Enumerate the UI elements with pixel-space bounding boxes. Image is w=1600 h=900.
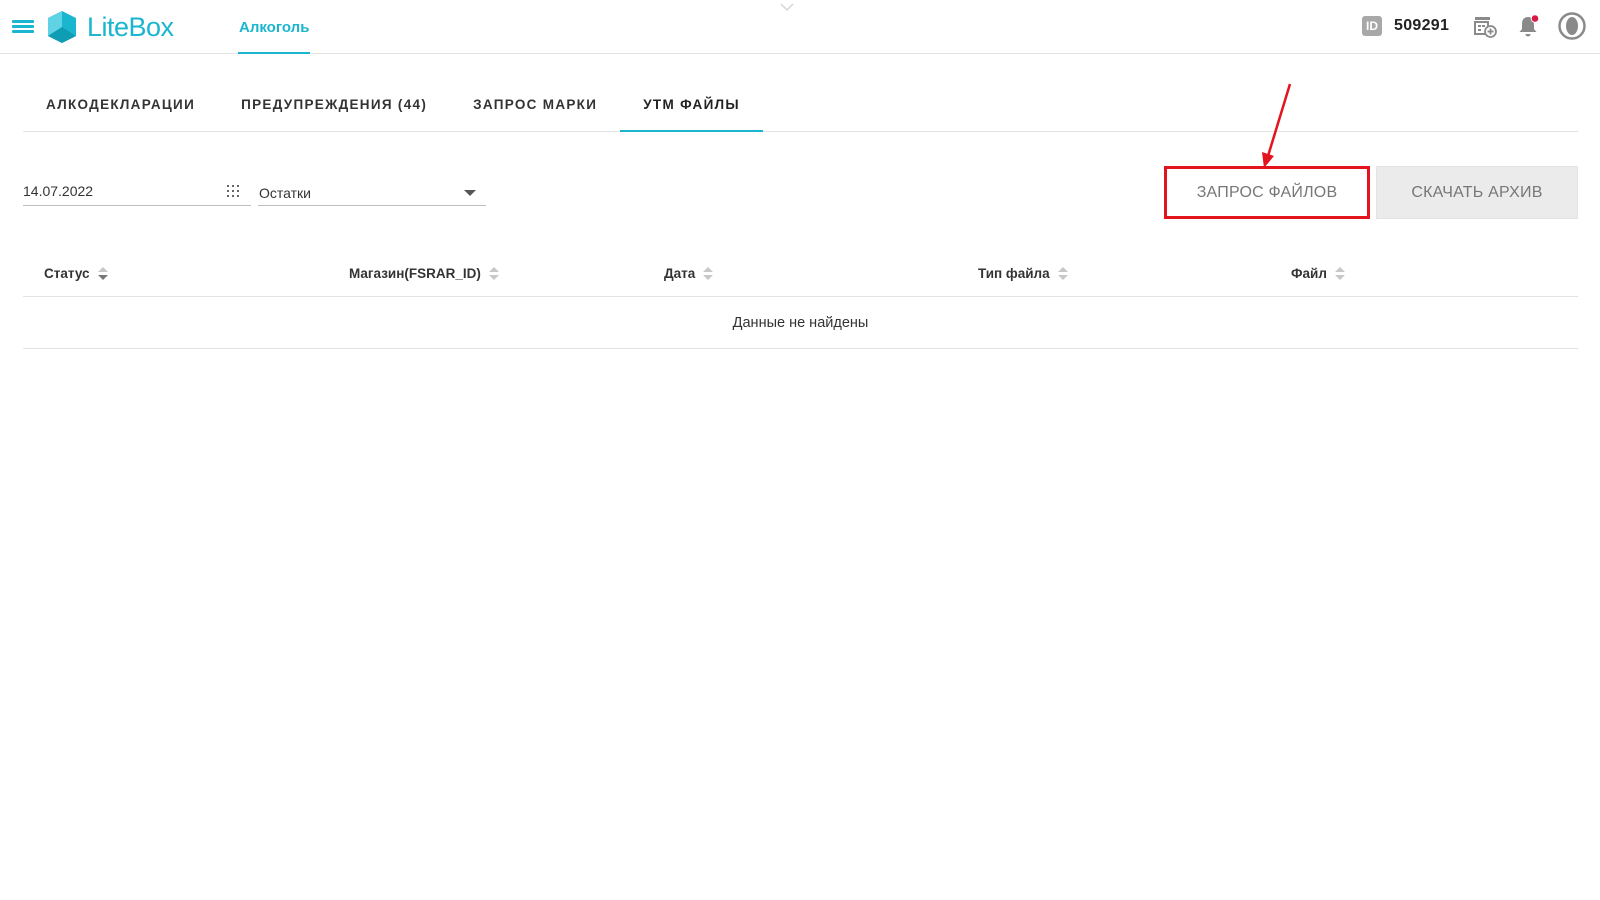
empty-table-message: Данные не найдены (23, 297, 1578, 349)
logo[interactable]: LiteBox (45, 9, 174, 45)
nav-item-alcohol[interactable]: Алкоголь (238, 0, 311, 54)
account-id-number: 509291 (1394, 17, 1450, 34)
id-icon: ID (1362, 16, 1382, 36)
tab-utm-files[interactable]: УТМ ФАЙЛЫ (620, 88, 763, 132)
sort-icon[interactable] (97, 266, 108, 281)
download-archive-button[interactable]: СКАЧАТЬ АРХИВ (1376, 166, 1578, 219)
account-id: ID 509291 (1362, 16, 1449, 36)
logo-text: LiteBox (87, 11, 174, 42)
dropdown-caret-icon (464, 190, 476, 196)
top-bar: LiteBox Алкоголь ID 509291 (0, 0, 1600, 54)
sort-icon[interactable] (1334, 266, 1345, 281)
column-header-store[interactable]: Магазин(FSRAR_ID) (349, 266, 499, 281)
column-header-file[interactable]: Файл (1291, 266, 1345, 281)
top-nav: Алкоголь (238, 0, 311, 54)
tab-alcodeclarations[interactable]: АЛКОДЕКЛАРАЦИИ (23, 88, 218, 132)
tab-warnings[interactable]: ПРЕДУПРЕЖДЕНИЯ (44) (218, 88, 450, 132)
date-value: 14.07.2022 (23, 183, 94, 199)
sort-icon[interactable] (488, 266, 499, 281)
cash-register-add-icon[interactable] (1473, 14, 1497, 38)
annotation-arrow (1262, 83, 1292, 168)
column-header-file-type[interactable]: Тип файла (978, 266, 1068, 281)
request-files-button[interactable]: ЗАПРОС ФАЙЛОВ (1164, 166, 1370, 219)
bell-icon[interactable] (1516, 14, 1540, 38)
sort-icon[interactable] (1057, 266, 1068, 281)
tab-mark-request[interactable]: ЗАПРОС МАРКИ (450, 88, 620, 132)
date-field[interactable]: 14.07.2022 (23, 176, 251, 206)
user-avatar-icon[interactable] (1558, 12, 1586, 40)
file-type-select[interactable]: Остатки (258, 176, 486, 206)
sort-icon[interactable] (703, 266, 714, 281)
column-header-date[interactable]: Дата (664, 266, 714, 281)
chevron-down-icon[interactable] (780, 2, 794, 12)
menu-icon[interactable] (12, 20, 34, 34)
litebox-logo-icon (48, 11, 76, 43)
calendar-grid-icon[interactable] (227, 185, 239, 197)
file-type-selected: Остатки (259, 185, 311, 201)
table-header: Статус Магазин(FSRAR_ID) Дата Тип файла … (23, 256, 1578, 297)
column-header-status[interactable]: Статус (44, 266, 108, 281)
tab-bar: АЛКОДЕКЛАРАЦИИ ПРЕДУПРЕЖДЕНИЯ (44) ЗАПРО… (23, 88, 1578, 132)
